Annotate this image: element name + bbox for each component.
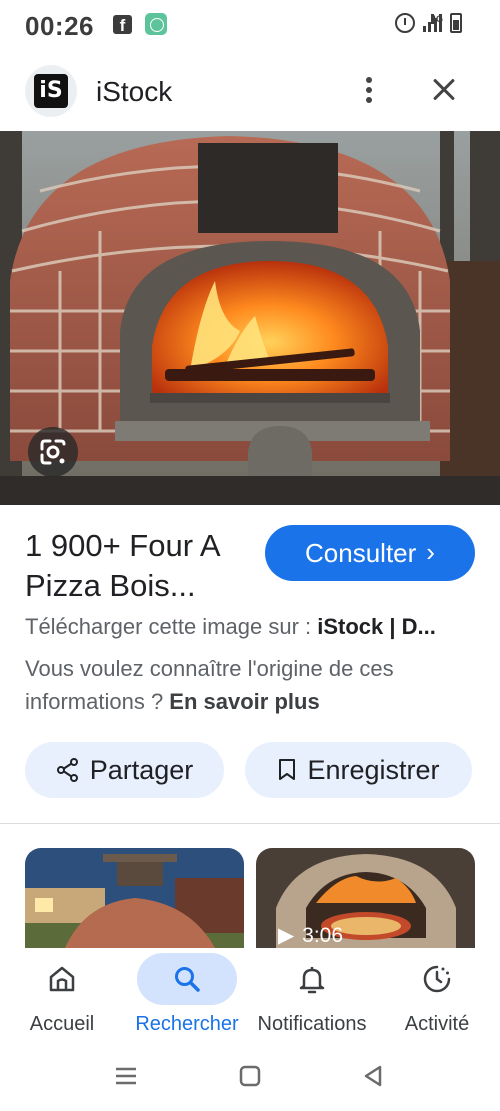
learn-more-link[interactable]: En savoir plus bbox=[169, 689, 319, 714]
bell-icon bbox=[299, 967, 325, 994]
activity-icon bbox=[423, 965, 451, 993]
back-icon[interactable] bbox=[358, 1063, 388, 1089]
close-icon[interactable] bbox=[428, 74, 460, 106]
nav-label-activite: Activité bbox=[404, 1013, 470, 1035]
thumbnail-image bbox=[25, 848, 244, 948]
home-button-icon[interactable] bbox=[235, 1063, 265, 1089]
source-prefix: Télécharger cette image sur : bbox=[25, 614, 318, 639]
istock-logo[interactable]: iS bbox=[25, 65, 77, 117]
more-vert-icon[interactable] bbox=[355, 74, 383, 106]
nav-label-accueil: Accueil bbox=[29, 1013, 95, 1035]
recent-apps-icon[interactable] bbox=[111, 1063, 141, 1089]
result-title[interactable]: 1 900+ Four A Pizza Bois... bbox=[25, 526, 260, 606]
nav-item-rechercher[interactable]: Rechercher bbox=[135, 948, 239, 1048]
app-header: iS iStock bbox=[0, 60, 500, 120]
nav-label-notifications: Notifications bbox=[257, 1013, 367, 1035]
logo-text: iS bbox=[34, 74, 68, 108]
save-button[interactable]: Enregistrer bbox=[245, 742, 472, 798]
system-nav-bar bbox=[0, 1050, 500, 1111]
share-icon bbox=[56, 758, 78, 782]
page-title: iStock bbox=[96, 76, 173, 107]
nav-item-accueil[interactable]: Accueil bbox=[12, 948, 112, 1048]
alarm-icon bbox=[395, 13, 415, 33]
app-update-icon bbox=[145, 13, 167, 35]
source-name: iStock | D... bbox=[317, 614, 436, 639]
video-duration: ▶ 3:06 bbox=[278, 923, 343, 948]
duration-text: 3:06 bbox=[302, 923, 344, 947]
save-label: Enregistrer bbox=[307, 754, 440, 785]
signal-icon: 4G bbox=[423, 14, 443, 32]
search-icon bbox=[175, 967, 200, 992]
related-video-1[interactable]: ▶ 3:06 bbox=[256, 848, 475, 948]
battery-icon bbox=[450, 13, 462, 33]
home-icon bbox=[49, 966, 75, 992]
status-bar: 00:26 f 4G bbox=[0, 0, 500, 50]
chevron-right-icon: › bbox=[426, 537, 435, 567]
nav-item-activite[interactable]: Activité bbox=[387, 948, 487, 1048]
nav-label-rechercher: Rechercher bbox=[135, 1013, 239, 1035]
bottom-nav: Accueil Rechercher Notifications Activit… bbox=[0, 948, 500, 1048]
consult-button[interactable]: Consulter › bbox=[265, 525, 475, 581]
google-lens-button[interactable] bbox=[28, 427, 78, 477]
nav-item-notifications[interactable]: Notifications bbox=[258, 948, 366, 1048]
origin-info: Vous voulez connaître l'origine de ces i… bbox=[25, 652, 475, 718]
facebook-icon: f bbox=[113, 15, 132, 35]
divider bbox=[0, 823, 500, 824]
status-time: 00:26 bbox=[25, 11, 94, 41]
bookmark-icon bbox=[279, 759, 296, 780]
share-button[interactable]: Partager bbox=[25, 742, 224, 798]
related-image-1[interactable] bbox=[25, 848, 244, 948]
google-lens-icon bbox=[40, 439, 66, 465]
source-line[interactable]: Télécharger cette image sur : iStock | D… bbox=[25, 614, 480, 640]
share-label: Partager bbox=[89, 754, 194, 785]
consult-label: Consulter bbox=[305, 537, 417, 568]
play-icon: ▶ bbox=[278, 924, 295, 947]
